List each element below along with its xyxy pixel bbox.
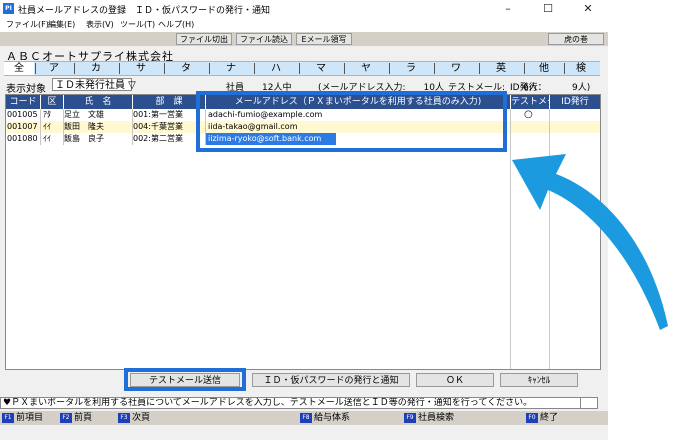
tab-separator <box>299 63 300 74</box>
menu-view[interactable]: 表示(V) <box>86 19 114 30</box>
tab-separator <box>524 63 525 74</box>
tab-separator <box>74 63 75 74</box>
fkey-label: 社員検索 <box>418 413 455 423</box>
filter-select[interactable]: ＩＤ未発行社員 ▽ <box>52 78 136 91</box>
ok-button[interactable]: ＯＫ <box>416 373 494 387</box>
issue-id-button[interactable]: ＩＤ・仮パスワードの発行と通知 <box>252 373 410 387</box>
tab-search[interactable]: 検 <box>566 62 596 75</box>
tab-wa[interactable]: ワ <box>436 62 476 75</box>
app-icon: PI <box>3 3 14 14</box>
fkey-label: 給与体系 <box>314 413 351 423</box>
guide-button[interactable]: 虎の巻 <box>548 33 604 45</box>
tab-separator <box>564 63 565 74</box>
tab-separator <box>344 63 345 74</box>
tab-other[interactable]: 他 <box>526 62 562 75</box>
grid-line <box>63 109 64 145</box>
column-header-kbn: 区 <box>41 95 63 109</box>
arrow-shape <box>512 154 668 330</box>
tab-a[interactable]: ア <box>37 62 71 75</box>
tab-separator <box>119 63 120 74</box>
f10-key-icon: F0 <box>526 412 538 423</box>
function-key-bar: F1 前項目 F2 前頁 F3 次頁 F8 給与体系 F9 社員検索 F0 終了 <box>0 411 608 425</box>
file-export-button[interactable]: ファイル切出 <box>176 33 232 45</box>
grid-line <box>132 109 133 145</box>
menu-help[interactable]: ヘルプ(H) <box>158 19 194 30</box>
tab-ha[interactable]: ハ <box>256 62 296 75</box>
pointer-arrow-icon <box>512 154 668 330</box>
tab-sa[interactable]: サ <box>121 62 161 75</box>
test-mail-highlight <box>124 368 246 391</box>
maximize-button[interactable]: ☐ <box>528 0 568 18</box>
column-header-name: 氏 名 <box>64 95 132 109</box>
cell-kbn: ｲｲ <box>43 122 51 131</box>
fkey-salary-system[interactable]: F8 給与体系 <box>300 412 350 424</box>
file-import-button[interactable]: ファイル読込 <box>236 33 292 45</box>
minimize-button[interactable]: – <box>488 0 528 18</box>
tab-separator <box>164 63 165 74</box>
column-header-dept: 部 課 <box>133 95 205 109</box>
info-box <box>580 397 598 409</box>
menu-tools[interactable]: ツール(T) <box>120 19 155 30</box>
tab-ya[interactable]: ヤ <box>346 62 386 75</box>
tab-na[interactable]: ナ <box>211 62 251 75</box>
tab-separator <box>254 63 255 74</box>
fkey-next-page[interactable]: F3 次頁 <box>118 412 150 424</box>
window-title: 社員メールアドレスの登録 ＩＤ・仮パスワードの発行・通知 <box>18 6 271 16</box>
f9-key-icon: F9 <box>404 412 416 423</box>
tab-ra[interactable]: ラ <box>391 62 431 75</box>
cell-name: 飯島 良子 <box>64 134 104 143</box>
tab-all[interactable]: 全 <box>4 62 34 75</box>
tab-separator <box>35 63 36 74</box>
cell-code: 001080 <box>7 134 38 143</box>
toolbar: ファイル切出 ファイル読込 Eメール領写 虎の巻 <box>0 32 608 46</box>
fkey-prev-page[interactable]: F2 前頁 <box>60 412 92 424</box>
info-message: ♥ＰＸまいポータルを利用する社員についてメールアドレスを入力し、テストメール送信… <box>0 397 598 409</box>
menu-edit[interactable]: 編集(E) <box>48 19 75 30</box>
fkey-label: 次頁 <box>132 413 151 423</box>
fkey-label: 前項目 <box>16 413 44 423</box>
fkey-exit[interactable]: F0 終了 <box>526 412 558 424</box>
f3-key-icon: F3 <box>118 412 130 423</box>
fkey-label: 前頁 <box>74 413 93 423</box>
f2-key-icon: F2 <box>60 412 72 423</box>
column-header-code: コード <box>6 95 40 109</box>
tab-separator <box>479 63 480 74</box>
tab-ma[interactable]: マ <box>301 62 341 75</box>
fkey-prev-item[interactable]: F1 前項目 <box>2 412 43 424</box>
tab-separator <box>434 63 435 74</box>
tab-alpha[interactable]: 英 <box>481 62 521 75</box>
tab-separator <box>209 63 210 74</box>
cell-dept: 001:第一営業 <box>133 110 183 119</box>
title-bar: PI 社員メールアドレスの登録 ＩＤ・仮パスワードの発行・通知 – ☐ ✕ <box>0 0 608 18</box>
email-button[interactable]: Eメール領写 <box>296 33 352 45</box>
cell-name: 飯田 隆夫 <box>64 122 104 131</box>
cell-kbn: ｲｲ <box>43 134 51 143</box>
cell-dept: 002:第二営業 <box>133 134 183 143</box>
cell-name: 足立 文雄 <box>64 110 104 119</box>
cell-code: 001007 <box>7 122 38 131</box>
cell-kbn: ｱﾀ <box>43 110 51 119</box>
fkey-employee-search[interactable]: F9 社員検索 <box>404 412 454 424</box>
menu-file[interactable]: ファイル(F) <box>6 19 49 30</box>
tab-ta[interactable]: タ <box>166 62 206 75</box>
cell-dept: 004:千葉営業 <box>133 122 183 131</box>
grid-line <box>40 109 41 145</box>
kana-tab-bar: 全 ア カ サ タ ナ ハ マ ヤ ラ ワ 英 他 検 <box>4 61 600 76</box>
f8-key-icon: F8 <box>300 412 312 423</box>
email-column-highlight <box>196 91 507 152</box>
f1-key-icon: F1 <box>2 412 14 423</box>
close-button[interactable]: ✕ <box>568 0 608 18</box>
cell-code: 001005 <box>7 110 38 119</box>
cancel-button[interactable]: ｷｬﾝｾﾙ <box>500 373 578 387</box>
tab-separator <box>389 63 390 74</box>
menu-bar: ファイル(F) 編集(E) 表示(V) ツール(T) ヘルプ(H) <box>0 18 608 32</box>
tab-ka[interactable]: カ <box>76 62 116 75</box>
fkey-label: 終了 <box>540 413 559 423</box>
filter-label: 表示対象 <box>6 84 46 95</box>
